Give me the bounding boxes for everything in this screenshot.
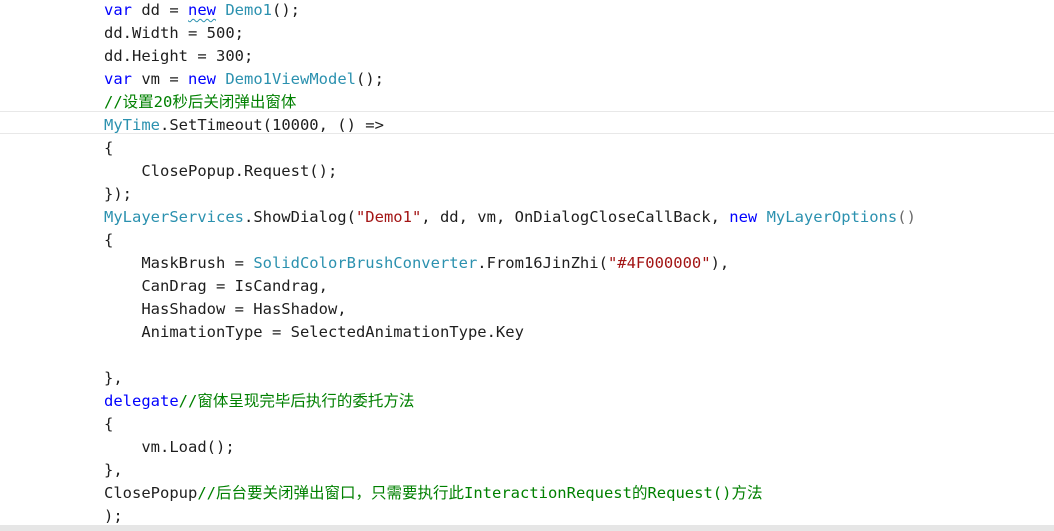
- code-token: MyLayerServices: [104, 208, 244, 226]
- code-token: SolidColorBrushConverter: [253, 254, 478, 272]
- code-token: .ShowDialog(: [243, 208, 356, 226]
- code-token: MyTime: [104, 116, 160, 134]
- code-line[interactable]: //设置20秒后关闭弹出窗体: [104, 91, 296, 114]
- code-token: MyLayerOptions: [766, 208, 898, 226]
- code-token: });: [104, 185, 132, 203]
- code-token: var: [104, 1, 132, 19]
- code-token: Demo1: [225, 1, 273, 19]
- code-token: new: [729, 208, 758, 226]
- code-line[interactable]: ClosePopup//后台要关闭弹出窗口，只需要执行此InteractionR…: [104, 482, 762, 505]
- code-token: ClosePopup.Request();: [104, 162, 338, 180]
- code-line[interactable]: CanDrag = IsCandrag,: [104, 275, 328, 298]
- code-token: //窗体呈现完毕后执行的委托方法: [178, 392, 415, 410]
- code-token: new: [188, 1, 216, 19]
- code-token: vm.Load();: [104, 438, 235, 456]
- code-token: {: [104, 231, 114, 249]
- code-token: delegate: [104, 392, 179, 410]
- code-line[interactable]: {: [104, 229, 113, 252]
- code-line[interactable]: var vm = new Demo1ViewModel();: [104, 68, 384, 91]
- code-token: var: [104, 70, 132, 88]
- code-line[interactable]: AnimationType = SelectedAnimationType.Ke…: [104, 321, 524, 344]
- code-token: AnimationType = SelectedAnimationType.Ke…: [104, 323, 524, 341]
- code-token: HasShadow = HasShadow,: [104, 300, 347, 318]
- code-line[interactable]: ClosePopup.Request();: [104, 160, 337, 183]
- code-line[interactable]: MyLayerServices.ShowDialog("Demo1", dd, …: [104, 206, 916, 229]
- code-token: , dd, vm, OnDialogCloseCallBack,: [421, 208, 730, 226]
- code-token: },: [104, 369, 123, 387]
- code-line[interactable]: MyTime.SetTimeout(10000, () =>: [104, 114, 384, 137]
- code-token: ClosePopup: [104, 484, 198, 502]
- code-line[interactable]: {: [104, 137, 113, 160]
- code-token: (): [897, 208, 916, 226]
- code-token: "#4F000000": [607, 254, 711, 272]
- code-token: Demo1ViewModel: [225, 70, 356, 88]
- code-line[interactable]: dd.Height = 300;: [104, 45, 253, 68]
- code-token: );: [104, 507, 123, 525]
- code-token: //设置20秒后关闭弹出窗体: [104, 93, 297, 111]
- code-token: dd.Height = 300;: [104, 47, 254, 65]
- code-line[interactable]: },: [104, 367, 123, 390]
- code-token: dd.Width = 500;: [104, 24, 244, 42]
- code-line[interactable]: {: [104, 413, 113, 436]
- code-line[interactable]: delegate//窗体呈现完毕后执行的委托方法: [104, 390, 414, 413]
- code-line[interactable]: MaskBrush = SolidColorBrushConverter.Fro…: [104, 252, 729, 275]
- code-token: ();: [272, 1, 301, 19]
- code-line[interactable]: },: [104, 459, 123, 482]
- code-token: },: [104, 461, 123, 479]
- code-token: {: [104, 139, 114, 157]
- code-line[interactable]: HasShadow = HasShadow,: [104, 298, 347, 321]
- code-token: dd =: [132, 1, 188, 19]
- code-token: .SetTimeout(10000, () =>: [160, 116, 384, 134]
- code-token: ();: [356, 70, 384, 88]
- code-line[interactable]: dd.Width = 500;: [104, 22, 244, 45]
- code-line[interactable]: });: [104, 183, 132, 206]
- code-token: "Demo1": [355, 208, 422, 226]
- code-editor[interactable]: var dd = new Demo1(); dd.Width = 500; dd.H…: [0, 0, 1054, 531]
- code-token: new: [188, 70, 216, 88]
- code-token: //后台要关闭弹出窗口，只需要执行此InteractionRequest的Req…: [197, 484, 763, 502]
- code-token: CanDrag = IsCandrag,: [104, 277, 328, 295]
- code-line[interactable]: var dd = new Demo1();: [104, 0, 300, 22]
- code-token: MaskBrush =: [104, 254, 254, 272]
- code-token: .From16JinZhi(: [477, 254, 608, 272]
- code-token: vm =: [132, 70, 188, 88]
- code-line[interactable]: vm.Load();: [104, 436, 235, 459]
- code-token: ),: [710, 254, 730, 272]
- code-token: {: [104, 415, 114, 433]
- horizontal-scrollbar[interactable]: [0, 525, 1054, 531]
